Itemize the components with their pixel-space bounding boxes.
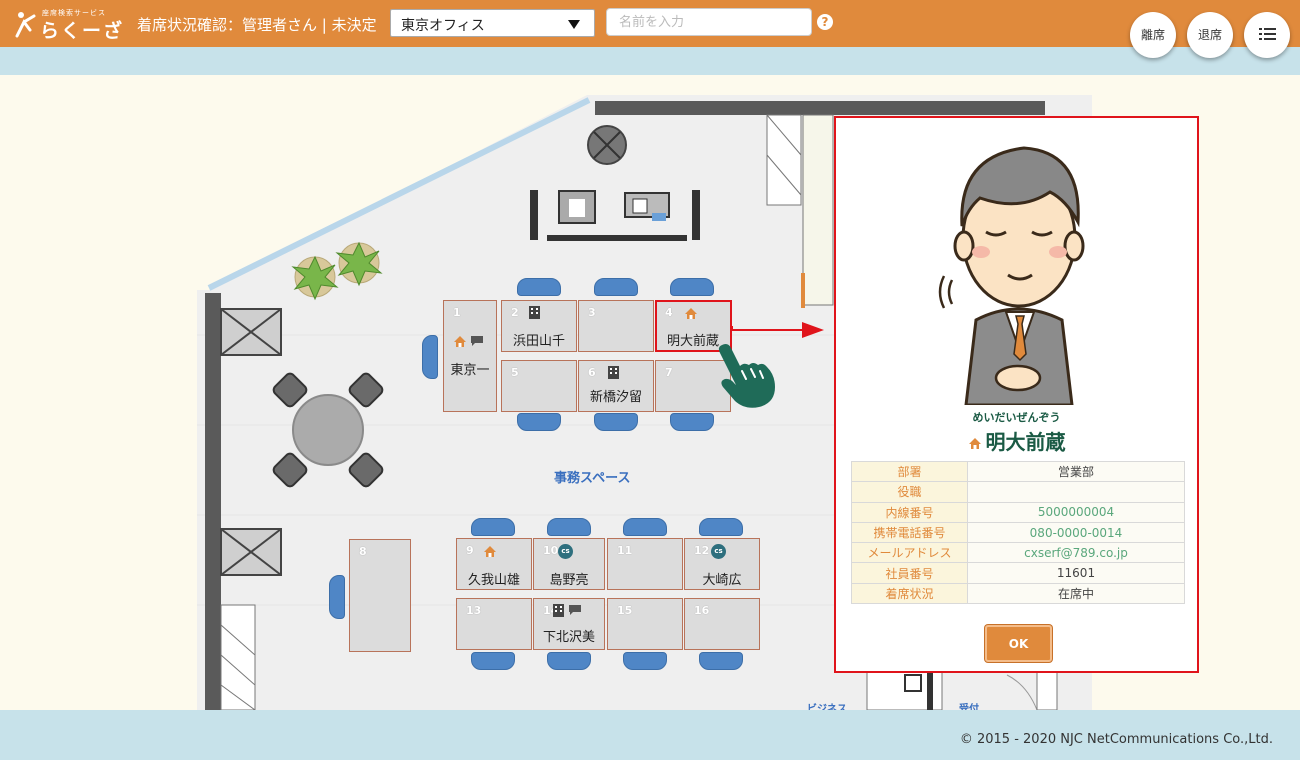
chat-icon bbox=[569, 605, 581, 615]
area-label-reception: 受付 bbox=[959, 704, 979, 710]
info-value: 在席中 bbox=[967, 582, 1185, 605]
arrow-right-icon bbox=[732, 322, 824, 338]
profile-name-text: 明大前蔵 bbox=[985, 430, 1066, 454]
table-row: 着席状況 在席中 bbox=[851, 582, 1185, 605]
desk-14[interactable]: 14 下北沢美 bbox=[533, 598, 605, 650]
chair bbox=[594, 413, 638, 431]
chat-icon bbox=[471, 336, 483, 346]
area-label-office-space: 事務スペース bbox=[554, 471, 631, 486]
away-button[interactable]: 離席 bbox=[1130, 12, 1176, 58]
chair bbox=[422, 335, 438, 379]
ok-button[interactable]: OK bbox=[985, 625, 1052, 662]
desk-12[interactable]: 12 cs 大崎広 bbox=[684, 538, 760, 590]
app-header: 座席検索サービス らくーざ 着席状況確認：管理者さん | 未決定 東京オフィス … bbox=[0, 0, 1300, 47]
info-label: 役職 bbox=[851, 481, 968, 503]
info-label: メールアドレス bbox=[851, 542, 968, 564]
office-building-icon bbox=[529, 306, 540, 319]
desk-1[interactable]: 1 東京一 bbox=[443, 300, 497, 412]
desk-3[interactable]: 3 bbox=[578, 300, 654, 352]
desk-occupant: 東京一 bbox=[450, 363, 490, 378]
desk-2[interactable]: 2 浜田山千 bbox=[501, 300, 577, 352]
info-label: 着席状況 bbox=[851, 582, 968, 605]
desk-occupant: 新橋汐留 bbox=[589, 390, 642, 405]
profile-furigana: めいだいぜんぞう bbox=[972, 411, 1061, 424]
name-search-input[interactable] bbox=[606, 8, 812, 36]
email-link[interactable]: cxserf@789.co.jp bbox=[967, 542, 1185, 564]
desk-16[interactable]: 16 bbox=[684, 598, 760, 650]
desk-occupant: 島野亮 bbox=[549, 573, 589, 588]
desk-occupant: 大崎広 bbox=[702, 573, 742, 588]
desk-10[interactable]: 10 cs 島野亮 bbox=[533, 538, 605, 590]
desk-6[interactable]: 6 新橋汐留 bbox=[578, 360, 654, 412]
office-select[interactable]: 東京オフィス bbox=[390, 9, 595, 37]
chair bbox=[623, 652, 667, 670]
chair bbox=[670, 278, 714, 296]
office-building-icon bbox=[553, 604, 564, 617]
info-value: 営業部 bbox=[967, 460, 1185, 483]
desk-15[interactable]: 15 bbox=[607, 598, 683, 650]
info-label: 社員番号 bbox=[851, 562, 968, 584]
copyright-text: © 2015 - 2020 NJC NetCommunications Co.,… bbox=[959, 732, 1273, 747]
table-row: 携帯電話番号 080-0000-0014 bbox=[851, 521, 1185, 544]
desk-occupant: 下北沢美 bbox=[542, 630, 595, 645]
chair bbox=[699, 518, 743, 536]
desk-8[interactable]: 8 bbox=[349, 539, 411, 652]
table-row: 役職 bbox=[851, 481, 1185, 503]
profile-name: 明大前蔵 bbox=[836, 426, 1197, 455]
chair bbox=[329, 575, 345, 619]
chair bbox=[547, 518, 591, 536]
chair bbox=[517, 413, 561, 431]
cs-badge-icon: cs bbox=[711, 544, 726, 559]
desk-occupant: 浜田山千 bbox=[512, 334, 565, 349]
leave-button[interactable]: 退席 bbox=[1187, 12, 1233, 58]
sub-header-bar bbox=[0, 47, 1300, 75]
desk-11[interactable]: 11 bbox=[607, 538, 683, 590]
desk-occupant: 久我山雄 bbox=[467, 573, 520, 588]
table-row: 部署 営業部 bbox=[851, 460, 1185, 483]
table-row: 内線番号 5000000004 bbox=[851, 501, 1185, 523]
chair bbox=[547, 652, 591, 670]
home-icon bbox=[454, 336, 466, 347]
caret-down-icon bbox=[568, 20, 580, 29]
app-footer: © 2015 - 2020 NJC NetCommunications Co.,… bbox=[0, 710, 1300, 760]
help-icon[interactable]: ? bbox=[817, 14, 833, 30]
info-label: 部署 bbox=[851, 460, 968, 483]
office-building-icon bbox=[608, 366, 619, 379]
home-icon bbox=[484, 546, 496, 557]
chair bbox=[623, 518, 667, 536]
mobile-phone-link[interactable]: 080-0000-0014 bbox=[967, 521, 1185, 544]
chair bbox=[471, 518, 515, 536]
office-select-value: 東京オフィス bbox=[401, 18, 485, 34]
info-label: 携帯電話番号 bbox=[851, 521, 968, 544]
desk-13[interactable]: 13 bbox=[456, 598, 532, 650]
table-row: メールアドレス cxserf@789.co.jp bbox=[851, 542, 1185, 564]
list-icon bbox=[1259, 28, 1276, 43]
logo-mark-icon bbox=[15, 12, 36, 38]
chair bbox=[670, 413, 714, 431]
chair bbox=[517, 278, 561, 296]
page-title: 着席状況確認：管理者さん | 未決定 bbox=[137, 16, 377, 34]
desk-5[interactable]: 5 bbox=[501, 360, 577, 412]
extension-link[interactable]: 5000000004 bbox=[967, 501, 1185, 523]
chair bbox=[594, 278, 638, 296]
menu-button[interactable] bbox=[1244, 12, 1290, 58]
pointing-hand-icon bbox=[718, 344, 775, 408]
chair bbox=[471, 652, 515, 670]
desk-9[interactable]: 9 久我山雄 bbox=[456, 538, 532, 590]
logo-wordmark: らくーざ bbox=[40, 20, 125, 42]
info-value bbox=[967, 481, 1185, 503]
cs-badge-icon: cs bbox=[558, 544, 573, 559]
avatar-illustration bbox=[938, 146, 1085, 405]
chair bbox=[699, 652, 743, 670]
table-row: 社員番号 11601 bbox=[851, 562, 1185, 584]
app-logo[interactable]: 座席検索サービス らくーざ bbox=[14, 8, 125, 42]
info-value: 11601 bbox=[967, 562, 1185, 584]
profile-info-table: 部署 営業部 役職 内線番号 5000000004 携帯電話番号 080-0000-0… bbox=[851, 460, 1185, 605]
area-label-business: ビジネス bbox=[807, 704, 847, 710]
profile-dialog: めいだいぜんぞう 明大前蔵 部署 営業部 役職 内線番号 5000000004 携帯… bbox=[834, 116, 1199, 673]
home-icon bbox=[968, 438, 981, 449]
info-label: 内線番号 bbox=[851, 501, 968, 523]
